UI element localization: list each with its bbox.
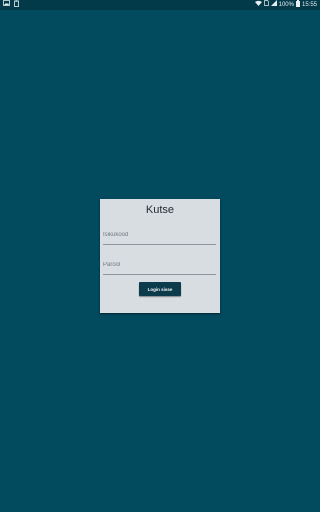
login-dialog: Kutse Login sisse xyxy=(100,199,220,313)
password-field-wrapper xyxy=(103,256,216,275)
password-input[interactable] xyxy=(103,256,216,275)
dialog-title: Kutse xyxy=(145,204,175,216)
status-bar: 100% 15:55 xyxy=(0,0,320,10)
signal-icon xyxy=(270,0,277,10)
sim-icon xyxy=(263,0,269,10)
battery-percent: 100% xyxy=(278,2,294,8)
wifi-icon xyxy=(254,0,262,10)
status-right: 100% 15:55 xyxy=(254,0,317,11)
username-input[interactable] xyxy=(103,226,216,245)
status-left xyxy=(3,0,19,10)
login-button[interactable]: Login sisse xyxy=(139,282,181,296)
username-field-wrapper xyxy=(103,226,216,245)
battery-icon xyxy=(295,0,300,11)
clock: 15:55 xyxy=(301,2,317,8)
image-icon xyxy=(3,0,10,10)
clipboard-icon xyxy=(14,0,19,11)
